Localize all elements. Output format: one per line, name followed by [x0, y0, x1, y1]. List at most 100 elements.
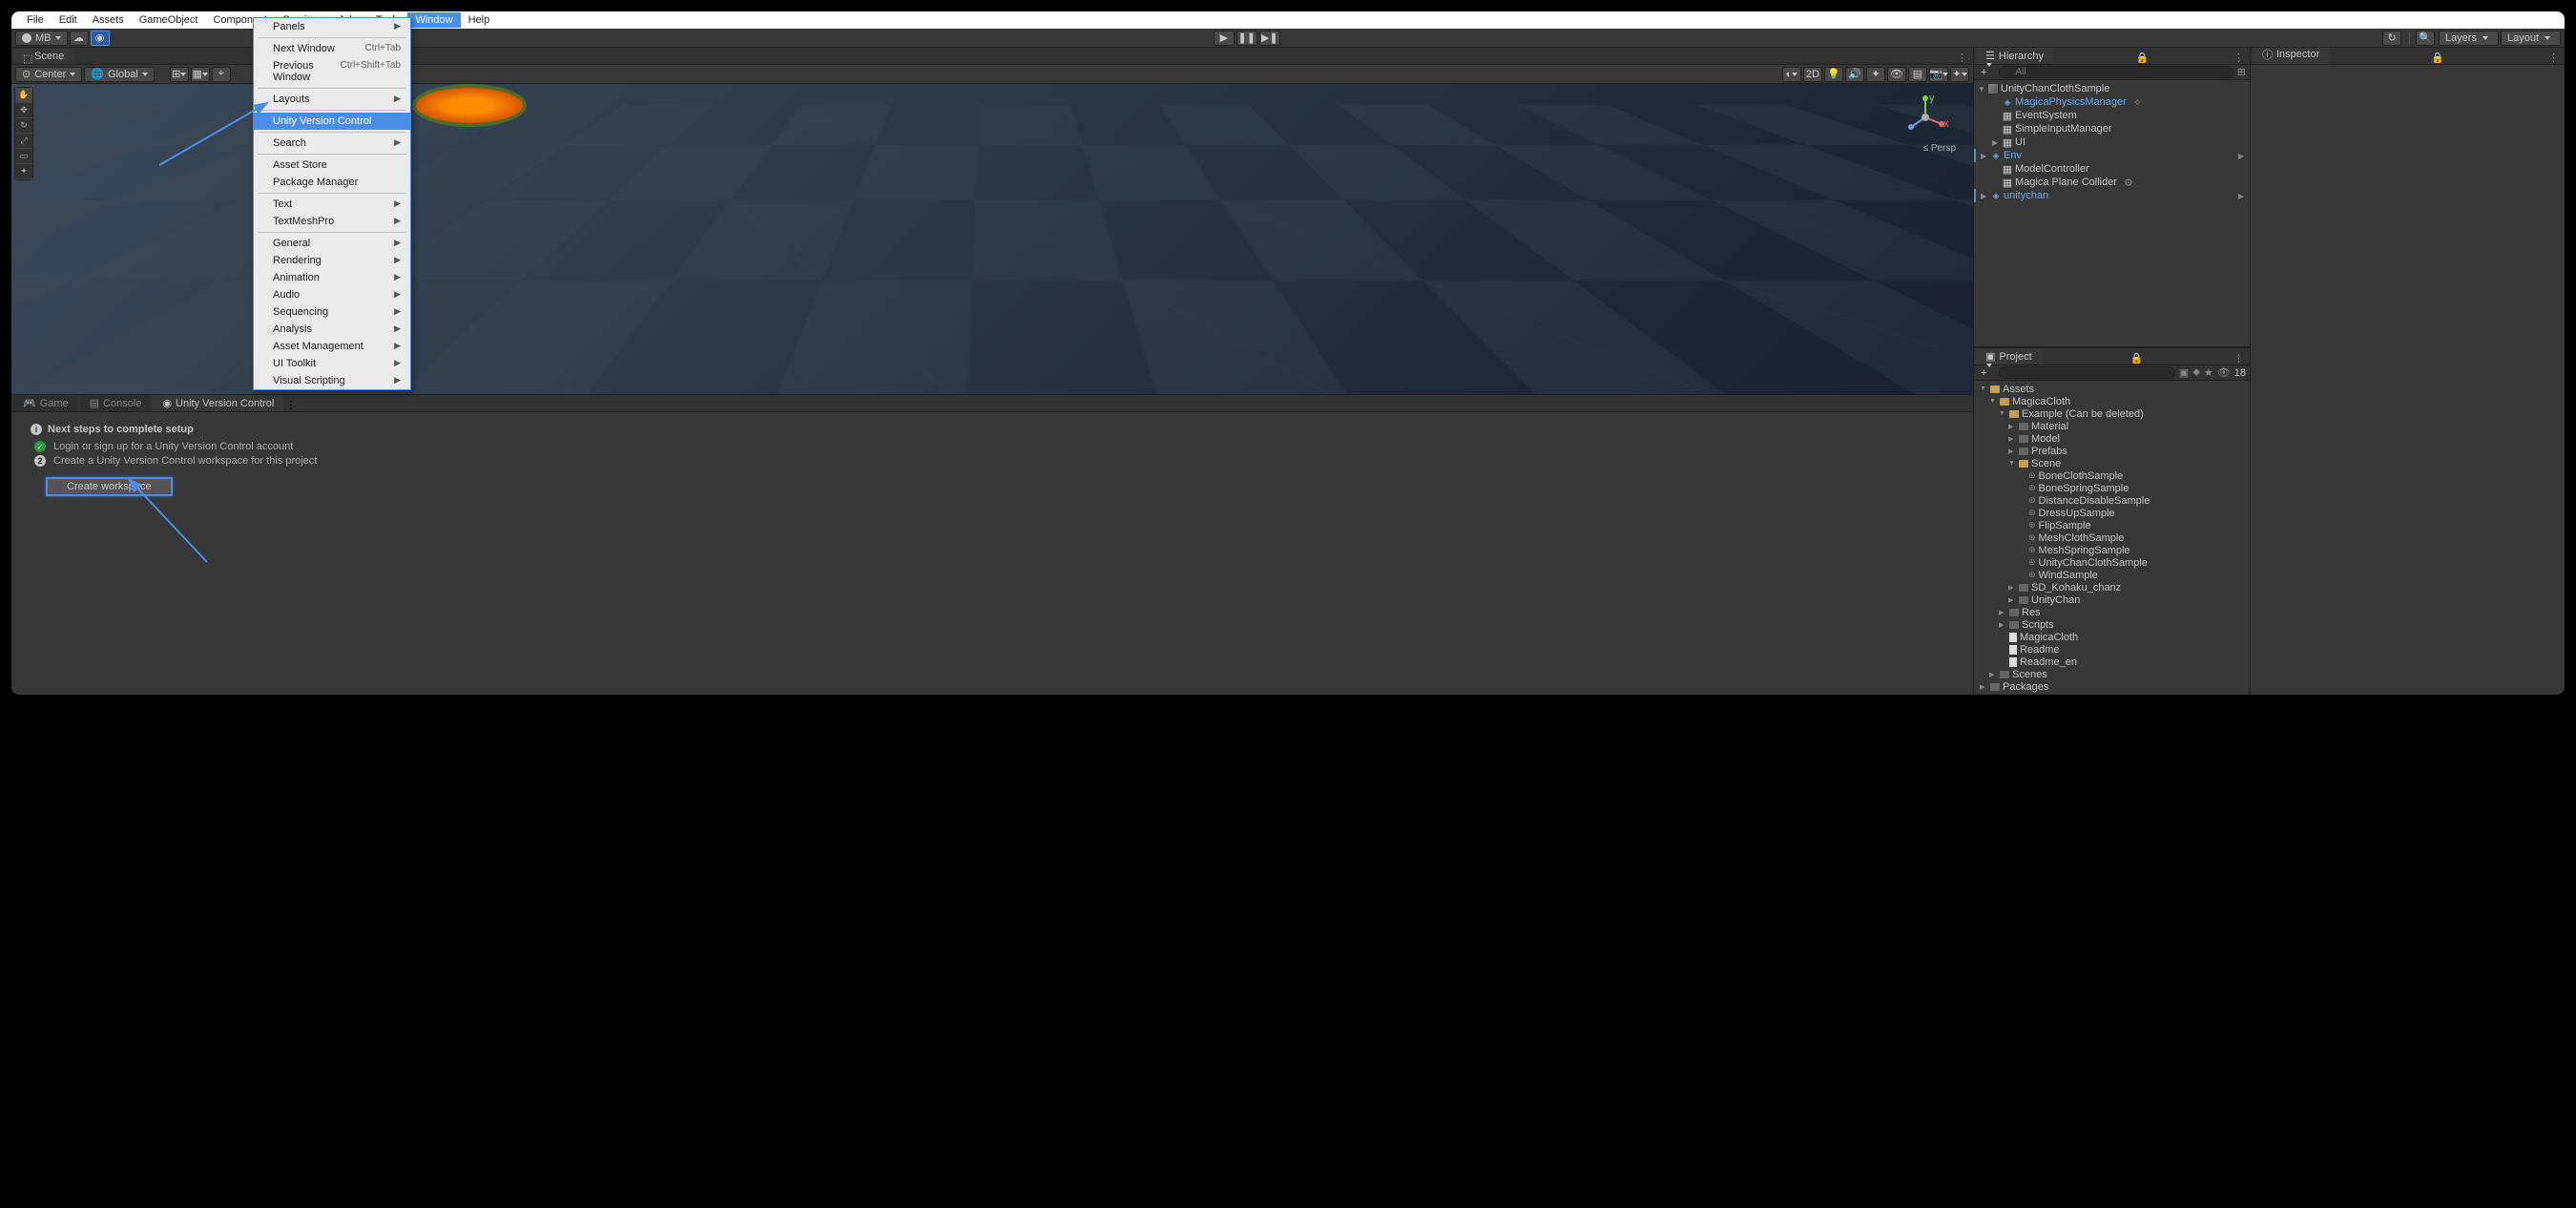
gizmos-button[interactable]: ✦	[1950, 67, 1969, 82]
project-item[interactable]: ▶UnityChan	[1974, 594, 2250, 606]
pivot-mode-button[interactable]: ⊙Center	[15, 67, 82, 82]
project-item[interactable]: ▶Scenes	[1974, 668, 2250, 680]
hierarchy-item[interactable]: ▶▦UI	[1974, 135, 2250, 149]
hierarchy-scene-root[interactable]: ▼UnityChanClothSample	[1974, 82, 2250, 95]
panel-menu-icon[interactable]: ⋮	[2230, 352, 2248, 364]
snap-toggle-button[interactable]: ⌖	[212, 67, 231, 82]
add-object-button[interactable]: +	[1978, 67, 1995, 78]
hierarchy-item[interactable]: ▦EventSystem	[1974, 109, 2250, 122]
menu-item-sequencing[interactable]: Sequencing▶	[254, 303, 410, 321]
add-asset-button[interactable]: +	[1978, 367, 1995, 379]
search-button[interactable]: 🔍	[2416, 31, 2435, 46]
snap-increment-button[interactable]: ▦	[191, 67, 210, 82]
project-item[interactable]: ▶Packages	[1974, 680, 2250, 693]
project-item[interactable]: ⊛MeshSpringSample	[1974, 544, 2250, 556]
menu-item-general[interactable]: General▶	[254, 235, 410, 252]
hidden-packages-icon[interactable]: 👁	[2217, 366, 2231, 379]
menu-item-asset-store[interactable]: Asset Store	[254, 156, 410, 174]
menu-item-analysis[interactable]: Analysis▶	[254, 321, 410, 338]
project-item[interactable]: ▼MagicaCloth	[1974, 395, 2250, 407]
project-item[interactable]: ▶Res	[1974, 606, 2250, 618]
camera-settings-button[interactable]: 📷	[1929, 67, 1948, 82]
project-item[interactable]: ⊛DistanceDisableSample	[1974, 494, 2250, 507]
scale-tool[interactable]: ⤢	[15, 134, 32, 149]
menu-file[interactable]: File	[19, 12, 52, 28]
orientation-gizmo[interactable]: y x	[1901, 94, 1949, 141]
hand-tool[interactable]: ✋	[15, 88, 32, 103]
tab-scene[interactable]: ⬚Scene	[13, 49, 73, 64]
menu-gameobject[interactable]: GameObject	[132, 12, 206, 28]
menu-item-text[interactable]: Text▶	[254, 196, 410, 213]
account-button[interactable]: MB	[15, 31, 68, 46]
menu-item-audio[interactable]: Audio▶	[254, 286, 410, 303]
panel-menu-icon[interactable]: ⋮	[1953, 52, 1971, 64]
menu-item-rendering[interactable]: Rendering▶	[254, 252, 410, 269]
menu-item-ui-toolkit[interactable]: UI Toolkit▶	[254, 355, 410, 372]
menu-item-package-manager[interactable]: Package Manager	[254, 174, 410, 191]
menu-item-unity-version-control[interactable]: Unity Version Control	[254, 113, 410, 130]
space-mode-button[interactable]: 🌐Global	[84, 67, 155, 82]
menu-item-panels[interactable]: Panels▶	[254, 18, 410, 35]
menu-item-textmeshpro[interactable]: TextMeshPro▶	[254, 213, 410, 230]
play-button[interactable]: ▶	[1214, 31, 1235, 46]
project-item[interactable]: ⊛DressUpSample	[1974, 507, 2250, 519]
search-settings-icon[interactable]: ⊞	[2237, 66, 2246, 78]
tab-unity-version-control[interactable]: ◉Unity Version Control	[153, 395, 283, 411]
hidden-objects-button[interactable]: 👁	[1887, 67, 1906, 82]
project-item[interactable]: ▼Scene	[1974, 457, 2250, 469]
rect-tool[interactable]: ▭	[15, 149, 32, 164]
2d-toggle-button[interactable]: 2D	[1803, 67, 1822, 82]
layout-dropdown[interactable]: Layout	[2501, 31, 2561, 46]
panel-menu-icon[interactable]: ⋮	[2545, 52, 2563, 64]
project-item[interactable]: ⊛WindSample	[1974, 569, 2250, 581]
hierarchy-item[interactable]: ▦ModelController	[1974, 162, 2250, 176]
fx-toggle-button[interactable]: ✦	[1866, 67, 1885, 82]
lighting-toggle-button[interactable]: 💡	[1824, 67, 1843, 82]
layers-dropdown[interactable]: Layers	[2439, 31, 2499, 46]
project-item[interactable]: Readme	[1974, 643, 2250, 656]
tab-inspector[interactable]: ⓘInspector	[2253, 48, 2329, 64]
project-item[interactable]: ▶Scripts	[1974, 618, 2250, 631]
layers-visibility-button[interactable]: ▤	[1908, 67, 1927, 82]
menu-help[interactable]: Help	[461, 12, 498, 28]
transform-tool[interactable]: ✦	[15, 164, 32, 179]
audio-toggle-button[interactable]: 🔊	[1845, 67, 1864, 82]
filter-label-icon[interactable]: ⬥	[2192, 366, 2200, 379]
project-item[interactable]: ⊛BoneSpringSample	[1974, 482, 2250, 494]
menu-item-next-window[interactable]: Next WindowCtrl+Tab	[254, 40, 410, 57]
project-item[interactable]: ▼Example (Can be deleted)	[1974, 407, 2250, 420]
panel-menu-icon[interactable]: ⋮	[2230, 52, 2248, 64]
project-item[interactable]: ⊛MeshClothSample	[1974, 531, 2250, 544]
project-item[interactable]: ⊛UnityChanClothSample	[1974, 556, 2250, 569]
cloud-button[interactable]: ☁	[70, 31, 89, 46]
filter-type-icon[interactable]: ▣	[2179, 366, 2189, 379]
menu-item-animation[interactable]: Animation▶	[254, 269, 410, 286]
step-button[interactable]: ▶❚	[1259, 31, 1280, 46]
hierarchy-item[interactable]: ▶◈unitychan▶	[1974, 189, 2250, 202]
tab-project[interactable]: ▣Project	[1976, 348, 2042, 364]
version-control-toolbar-button[interactable]: ◉	[91, 31, 110, 46]
project-item[interactable]: Readme_en	[1974, 656, 2250, 668]
hierarchy-item[interactable]: ▦SimpleInputManager	[1974, 122, 2250, 135]
project-item[interactable]: ▶Prefabs	[1974, 445, 2250, 457]
project-item[interactable]: ▼Assets	[1974, 383, 2250, 395]
lock-icon[interactable]: 🔒	[2126, 352, 2147, 364]
menu-item-search[interactable]: Search▶	[254, 135, 410, 152]
pause-button[interactable]: ❚❚	[1236, 31, 1257, 46]
menu-item-visual-scripting[interactable]: Visual Scripting▶	[254, 372, 410, 389]
project-item[interactable]: ⊛BoneClothSample	[1974, 469, 2250, 482]
project-item[interactable]: ▶Model	[1974, 432, 2250, 445]
create-workspace-button[interactable]: Create workspace	[46, 477, 173, 496]
grid-snap-button[interactable]: ⊞	[170, 67, 189, 82]
menu-item-previous-window[interactable]: Previous WindowCtrl+Shift+Tab	[254, 57, 410, 86]
menu-window[interactable]: Window	[407, 12, 460, 28]
menu-assets[interactable]: Assets	[85, 12, 132, 28]
project-item[interactable]: MagicaCloth	[1974, 631, 2250, 643]
undo-history-button[interactable]: ↻	[2382, 31, 2401, 46]
hierarchy-item[interactable]: ▶◈Env▶	[1974, 149, 2250, 162]
favorite-icon[interactable]: ★	[2204, 366, 2213, 379]
menu-item-asset-management[interactable]: Asset Management▶	[254, 338, 410, 355]
perspective-label[interactable]: ≤ Persp	[1923, 143, 1956, 154]
hierarchy-item[interactable]: ▦Magica Plane Collider⚙	[1974, 176, 2250, 189]
draw-mode-button[interactable]: ◐	[1782, 67, 1801, 82]
